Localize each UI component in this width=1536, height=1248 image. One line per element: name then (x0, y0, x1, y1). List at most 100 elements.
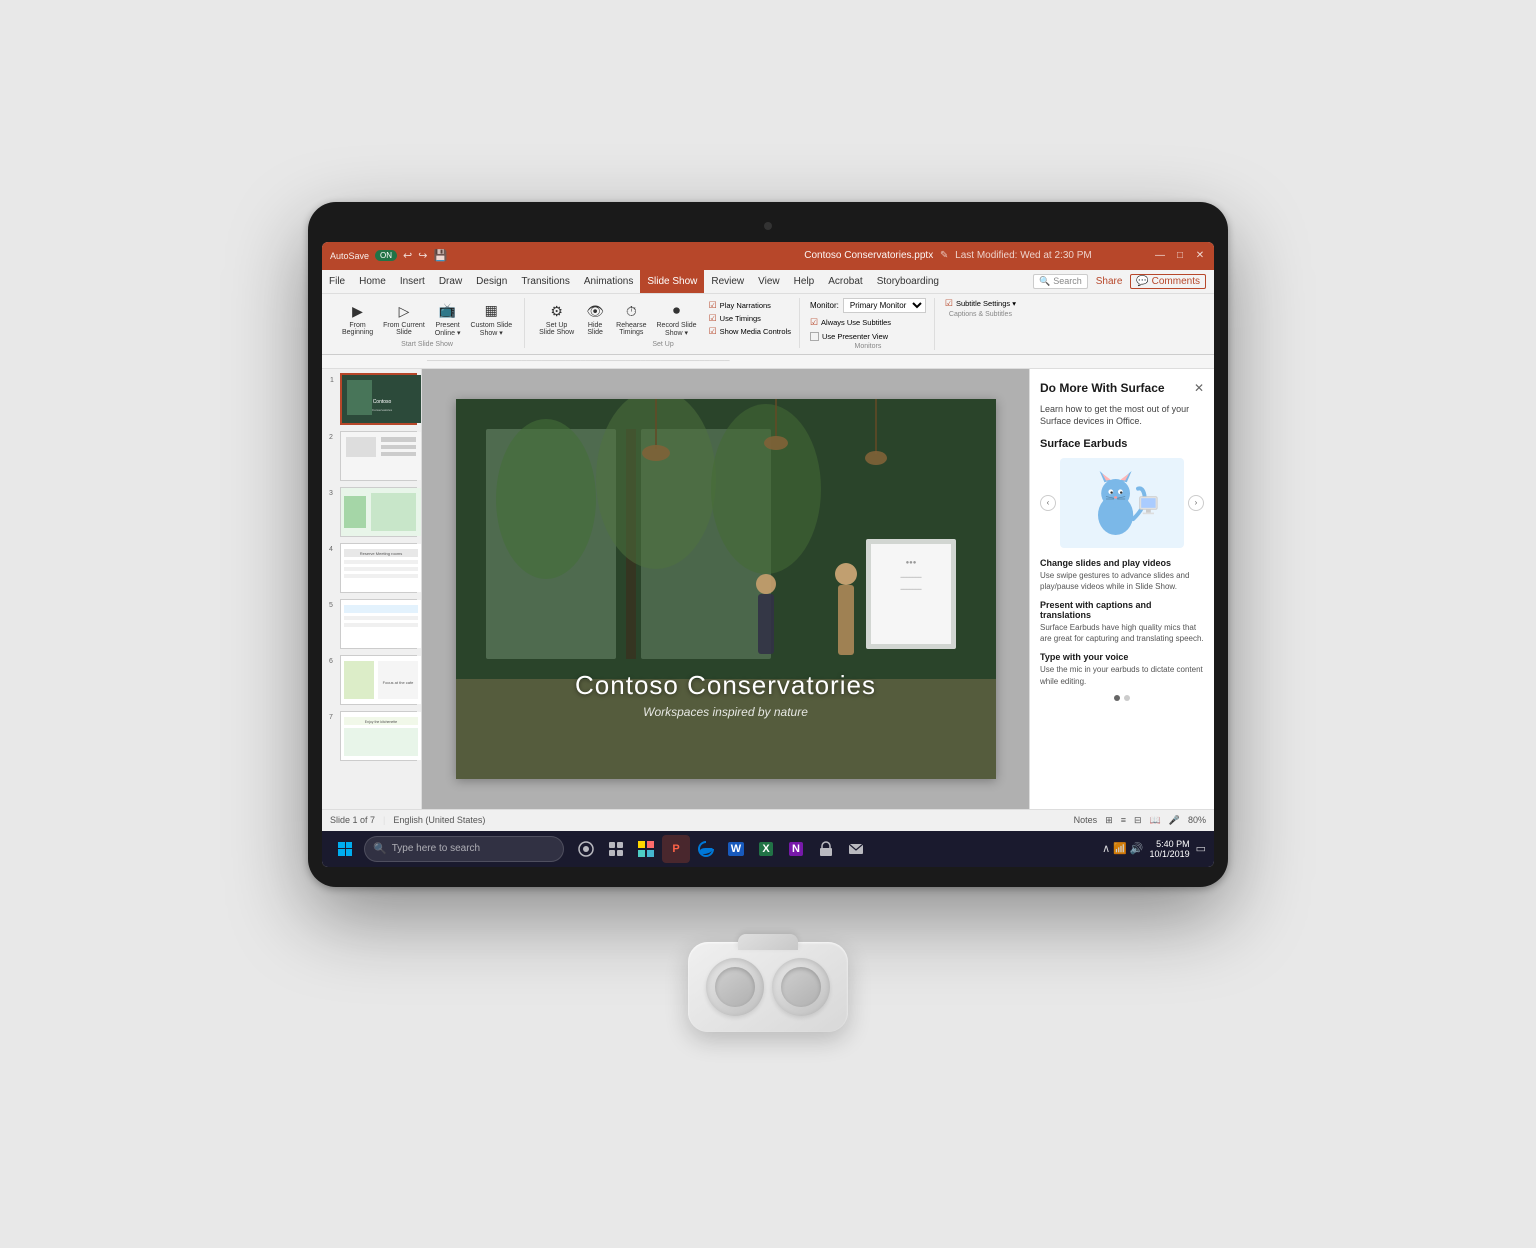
menu-design[interactable]: Design (469, 269, 514, 293)
slide-thumb-6[interactable]: 6 Focus at the cafe (340, 655, 417, 705)
notes-button[interactable]: Notes (1074, 815, 1098, 825)
start-button[interactable] (330, 834, 360, 864)
presenter-view-icon[interactable]: 🎤 (1169, 815, 1180, 826)
main-slide[interactable]: ●●● ━━━━━━━ ━━━━━━━ Contoso Conservatori… (456, 399, 996, 779)
undo-icon[interactable]: ↩ (403, 249, 412, 262)
taskbar-right: ∧ 📶 🔊 5:40 PM 10/1/2019 ▭ (1102, 839, 1206, 859)
volume-icon[interactable]: 🔊 (1130, 842, 1144, 855)
rehearse-icon: ⏱ (620, 300, 642, 322)
feature-3-desc: Use the mic in your earbuds to dictate c… (1040, 664, 1204, 686)
show-media-checkbox[interactable]: ☑ Show Media Controls (709, 326, 791, 337)
menu-draw[interactable]: Draw (432, 269, 469, 293)
comments-button[interactable]: 💬 Comments (1130, 274, 1206, 289)
restore-button[interactable]: □ (1174, 250, 1186, 262)
start-slideshow-label: Start Slide Show (401, 341, 453, 348)
onenote-app[interactable]: N (782, 835, 810, 863)
normal-view-icon[interactable]: ⊞ (1105, 815, 1113, 826)
mail-icon (848, 841, 864, 857)
from-beginning-button[interactable]: ▶ FromBeginning (338, 298, 377, 338)
menu-review[interactable]: Review (704, 269, 751, 293)
always-subtitles-checkbox[interactable]: ☑ Always Use Subtitles (810, 317, 891, 328)
menu-transitions[interactable]: Transitions (514, 269, 577, 293)
reading-view-icon[interactable]: 📖 (1150, 815, 1161, 826)
powerpoint-taskbar-app[interactable]: P (662, 835, 690, 863)
setup-label: Set Up (652, 341, 673, 348)
hide-slide-button[interactable]: 👁 HideSlide (580, 298, 610, 338)
setup-slideshow-button[interactable]: ⚙ Set UpSlide Show (535, 298, 578, 338)
slidesorter-icon[interactable]: ⊟ (1134, 815, 1142, 826)
close-button[interactable]: ✕ (1194, 250, 1206, 262)
custom-slideshow-button[interactable]: ▦ Custom SlideShow ▾ (466, 298, 516, 339)
menu-storyboarding[interactable]: Storyboarding (870, 269, 946, 293)
status-bar: Slide 1 of 7 | English (United States) N… (322, 809, 1214, 831)
slide-thumbnail-5 (341, 600, 421, 648)
svg-text:Reserve Meeting rooms: Reserve Meeting rooms (360, 551, 402, 556)
multitask-button[interactable] (602, 835, 630, 863)
play-narrations-checkbox[interactable]: ☑ Play Narrations (709, 300, 791, 311)
rehearse-button[interactable]: ⏱ RehearseTimings (612, 298, 650, 338)
slide-thumb-5[interactable]: 5 (340, 599, 417, 649)
slide-thumb-2[interactable]: 2 (340, 431, 417, 481)
menu-help[interactable]: Help (787, 269, 822, 293)
feature-2: Present with captions and translations S… (1040, 600, 1204, 644)
earbud-right (772, 958, 830, 1016)
slide-thumbnail-7: Enjoy the kitchenette (341, 712, 421, 760)
slide-thumb-1[interactable]: 1 Contoso Conservatories (340, 373, 417, 425)
taskbar-search[interactable]: 🔍 Type here to search (364, 836, 564, 862)
from-current-button[interactable]: ▷ From CurrentSlide (379, 298, 429, 338)
use-timings-checkbox[interactable]: ☑ Use Timings (709, 313, 791, 324)
menu-insert[interactable]: Insert (393, 269, 432, 293)
clock-time: 5:40 PM (1150, 839, 1190, 849)
menu-file[interactable]: File (322, 269, 352, 293)
present-online-button[interactable]: 📺 PresentOnline ▾ (431, 298, 465, 339)
side-panel-close-button[interactable]: ✕ (1194, 381, 1204, 395)
presenter-view-checkbox[interactable]: Use Presenter View (810, 332, 888, 341)
store-app[interactable] (812, 835, 840, 863)
menu-animations[interactable]: Animations (577, 269, 640, 293)
carousel-dot-2[interactable] (1124, 695, 1130, 701)
show-desktop-button[interactable]: ▭ (1196, 842, 1206, 855)
carousel-dot-1[interactable] (1114, 695, 1120, 701)
menu-slideshow[interactable]: Slide Show (640, 269, 704, 293)
slide-panel: 1 Contoso Conservatories (322, 369, 422, 809)
chevron-up-icon[interactable]: ∧ (1102, 842, 1110, 855)
monitor-select[interactable]: Primary Monitor (843, 298, 926, 313)
mail-app[interactable] (842, 835, 870, 863)
earbud-left-inner (715, 967, 755, 1007)
slide-thumb-4[interactable]: 4 Reserve Meeting rooms (340, 543, 417, 593)
minimize-button[interactable]: — (1154, 250, 1166, 262)
earbuds-case (688, 942, 848, 1032)
excel-app[interactable]: X (752, 835, 780, 863)
outline-view-icon[interactable]: ≡ (1121, 815, 1126, 825)
share-button[interactable]: Share (1096, 276, 1123, 287)
word-icon: W (728, 842, 744, 856)
slide-thumb-7[interactable]: 7 Enjoy the kitchenette (340, 711, 417, 761)
autosave-toggle[interactable]: ON (375, 250, 397, 261)
svg-text:Enjoy the kitchenette: Enjoy the kitchenette (365, 720, 398, 724)
subtitle-settings-checkbox[interactable]: ☑ Subtitle Settings ▾ (945, 298, 1016, 309)
edge-app[interactable] (692, 835, 720, 863)
taskview-button[interactable] (572, 835, 600, 863)
record-button[interactable]: ⏺ Record SlideShow ▾ (653, 298, 701, 339)
title-bar: AutoSave ON ↩ ↪ 💾 Contoso Conservatories… (322, 242, 1214, 270)
slide-thumb-3[interactable]: 3 (340, 487, 417, 537)
comment-icon: 💬 (1136, 276, 1148, 287)
word-app[interactable]: W (722, 835, 750, 863)
ribbon-group-slideshow: ▶ FromBeginning ▷ From CurrentSlide 📺 Pr… (330, 298, 525, 348)
svg-text:Contoso: Contoso (373, 399, 392, 405)
redo-icon[interactable]: ↪ (418, 249, 427, 262)
menu-view[interactable]: View (751, 269, 787, 293)
menu-search-box[interactable]: 🔍 Search (1033, 274, 1088, 289)
menu-acrobat[interactable]: Acrobat (821, 269, 869, 293)
save-icon[interactable]: 💾 (433, 249, 447, 262)
clock-date: 10/1/2019 (1150, 849, 1190, 859)
network-icon[interactable]: 📶 (1113, 842, 1127, 855)
files-app[interactable] (632, 835, 660, 863)
carousel-next-button[interactable]: › (1188, 495, 1204, 511)
hide-slide-icon: 👁 (584, 300, 606, 322)
menu-home[interactable]: Home (352, 269, 393, 293)
monitor-items: Monitor: Primary Monitor ☑ Always Use Su… (810, 298, 926, 341)
store-icon (818, 841, 834, 857)
taskbar-time[interactable]: 5:40 PM 10/1/2019 (1150, 839, 1190, 859)
carousel-prev-button[interactable]: ‹ (1040, 495, 1056, 511)
